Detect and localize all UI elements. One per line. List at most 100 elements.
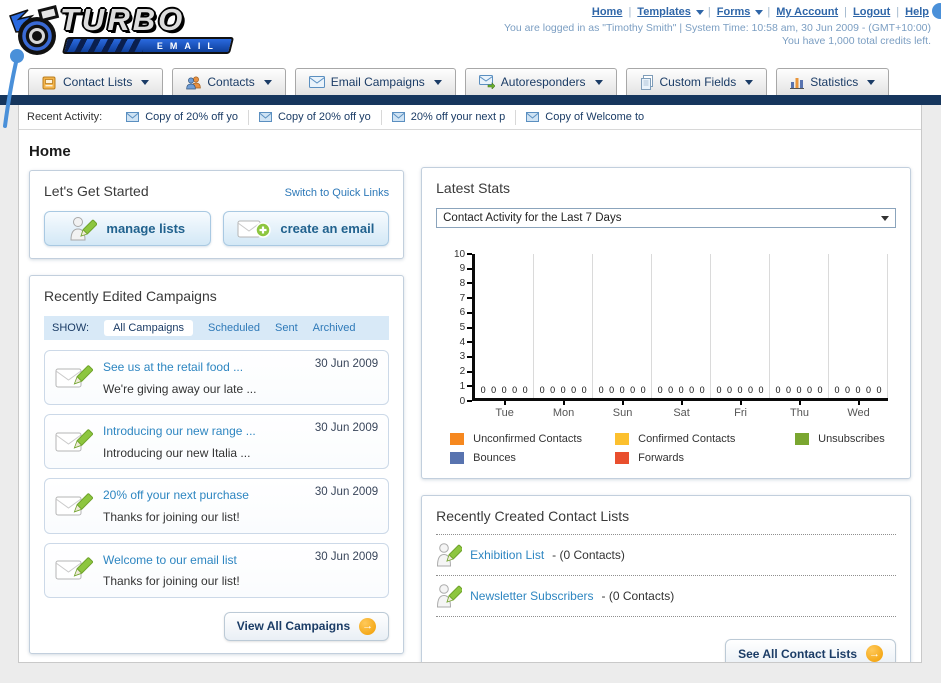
decor-swoosh [0, 46, 32, 133]
campaign-row: Welcome to our email list Thanks for join… [44, 542, 390, 598]
chart-legend: Unconfirmed Contacts Confirmed Contacts Un… [450, 433, 896, 464]
logo-email-bar: EMAIL [61, 37, 235, 54]
campaign-link[interactable]: See us at the retail food ... [103, 360, 243, 374]
tab-label: Email Campaigns [330, 75, 425, 89]
main-menu: Contact Lists Contacts Email Campaigns A… [0, 66, 941, 95]
contact-list-row: Newsletter Subscribers - (0 Contacts) [436, 576, 896, 617]
recent-activity-text: Copy of 20% off yo [145, 111, 238, 123]
envelope-plus-icon [237, 218, 272, 240]
page-title: Home [29, 143, 71, 160]
recent-activity-text: Copy of Welcome to [545, 111, 645, 123]
chevron-down-icon [263, 79, 272, 85]
chevron-down-icon [695, 9, 704, 15]
campaign-link[interactable]: 20% off your next purchase [103, 488, 249, 502]
chevron-down-icon [433, 79, 442, 85]
person-pencil-icon [69, 216, 98, 242]
campaign-subject: We're giving away our late ... [103, 381, 257, 396]
contact-list-link[interactable]: Newsletter Subscribers [470, 589, 593, 603]
legend-label: Unconfirmed Contacts [473, 433, 582, 445]
envelope-icon [308, 76, 325, 88]
turbo-email-logo[interactable]: TURBO EMAIL [8, 2, 258, 62]
recently-created-contact-lists-panel: Recently Created Contact Lists Exhibitio… [421, 495, 911, 662]
address-book-icon [42, 75, 57, 90]
nav-separator: | [896, 6, 900, 18]
arrow-right-icon: → [359, 617, 377, 635]
bar-chart-icon [790, 75, 805, 89]
see-all-contact-lists-button[interactable]: See All Contact Lists → [725, 639, 896, 662]
arrow-right-icon: → [866, 645, 883, 662]
legend-swatch [450, 452, 465, 464]
chart-plot-area: 00000000000000000000000000000000000 [472, 254, 889, 401]
view-all-campaigns-button[interactable]: View All Campaigns → [223, 611, 390, 641]
chevron-down-icon [141, 79, 150, 85]
decor-blue-dot [932, 3, 941, 19]
recent-activity-item[interactable]: Copy of 20% off yo [116, 109, 249, 125]
person-pencil-icon [436, 583, 463, 609]
tab-contact-lists[interactable]: Contact Lists [28, 68, 164, 95]
tab-contacts[interactable]: Contacts [172, 68, 286, 95]
create-email-button[interactable]: create an email [222, 211, 390, 246]
contact-list-count: - (0 Contacts) [601, 589, 675, 603]
legend-item: Bounces [450, 452, 615, 464]
tab-statistics[interactable]: Statistics [776, 68, 890, 95]
nav-link-help[interactable]: Help [905, 6, 929, 18]
filter-archived[interactable]: Archived [313, 322, 356, 334]
contact-activity-chart: 10 9 8 7 6 5 4 3 2 1 0 000000000000000000000000000… [436, 249, 896, 464]
campaign-date: 30 Jun 2009 [314, 358, 379, 370]
chevron-down-icon [867, 79, 876, 85]
show-label: SHOW: [52, 322, 90, 334]
person-pencil-icon [436, 542, 463, 568]
legend-item: Unsubscribes [795, 433, 896, 445]
stats-period-dropdown[interactable]: Contact Activity for the Last 7 Days [436, 208, 896, 228]
filter-all-campaigns[interactable]: All Campaigns [104, 320, 193, 336]
tab-autoresponders[interactable]: Autoresponders [464, 68, 617, 95]
pages-icon [640, 74, 654, 90]
contact-list-row: Exhibition List - (0 Contacts) [436, 535, 896, 576]
tab-email-campaigns[interactable]: Email Campaigns [294, 68, 456, 95]
recent-activity-item[interactable]: 20% off your next p [382, 109, 517, 125]
legend-label: Forwards [638, 452, 684, 464]
envelope-pencil-icon [55, 363, 93, 393]
nav-separator: | [707, 6, 711, 18]
filter-scheduled[interactable]: Scheduled [208, 322, 260, 334]
nav-link-logout[interactable]: Logout [853, 6, 890, 18]
campaign-link[interactable]: Welcome to our email list [103, 553, 237, 567]
envelope-pencil-icon [55, 555, 93, 585]
legend-label: Unsubscribes [818, 433, 885, 445]
manage-lists-button[interactable]: manage lists [44, 211, 211, 246]
recent-activity-label: Recent Activity: [27, 111, 103, 123]
nav-separator: | [844, 6, 848, 18]
campaign-list: See us at the retail food ... We're givin… [44, 350, 390, 598]
logo-subtitle: EMAIL [157, 40, 220, 51]
view-all-campaigns-label: View All Campaigns [236, 619, 351, 634]
legend-label: Confirmed Contacts [638, 433, 736, 445]
envelope-pencil-icon [55, 491, 93, 521]
legend-swatch [615, 452, 630, 464]
tab-label: Contact Lists [63, 75, 133, 89]
contact-list-link[interactable]: Exhibition List [470, 548, 544, 562]
recent-activity-item[interactable]: Copy of 20% off yo [249, 109, 382, 125]
manage-lists-label: manage lists [106, 221, 186, 236]
tab-label: Autoresponders [500, 75, 586, 89]
envelope-icon [258, 112, 272, 122]
envelope-icon [526, 112, 540, 122]
campaign-subject: Thanks for joining our list! [103, 509, 240, 524]
nav-link-templates[interactable]: Templates [637, 6, 691, 18]
content-area: Recent Activity: Copy of 20% off yo Copy… [18, 105, 922, 663]
recent-activity-text: Copy of 20% off yo [277, 111, 371, 123]
login-status: You are logged in as "Timothy Smith" | S… [504, 22, 931, 34]
tab-custom-fields[interactable]: Custom Fields [625, 68, 768, 95]
filter-sent[interactable]: Sent [275, 322, 298, 334]
nav-link-home[interactable]: Home [592, 6, 623, 18]
legend-swatch [450, 433, 465, 445]
contact-list-count: - (0 Contacts) [552, 548, 625, 562]
recent-activity-item[interactable]: Copy of Welcome to [516, 110, 654, 125]
nav-link-forms[interactable]: Forms [717, 6, 751, 18]
chart-x-axis: Tue Mon Sun Sat Fri Thu Wed [475, 401, 888, 419]
campaign-link[interactable]: Introducing our new range ... [103, 424, 256, 438]
recent-activity-text: 20% off your next p [410, 111, 506, 123]
nav-link-my-account[interactable]: My Account [776, 6, 838, 18]
latest-stats-panel: Latest Stats Contact Activity for the La… [421, 167, 911, 479]
switch-quick-links[interactable]: Switch to Quick Links [285, 187, 390, 199]
legend-swatch [795, 433, 810, 445]
